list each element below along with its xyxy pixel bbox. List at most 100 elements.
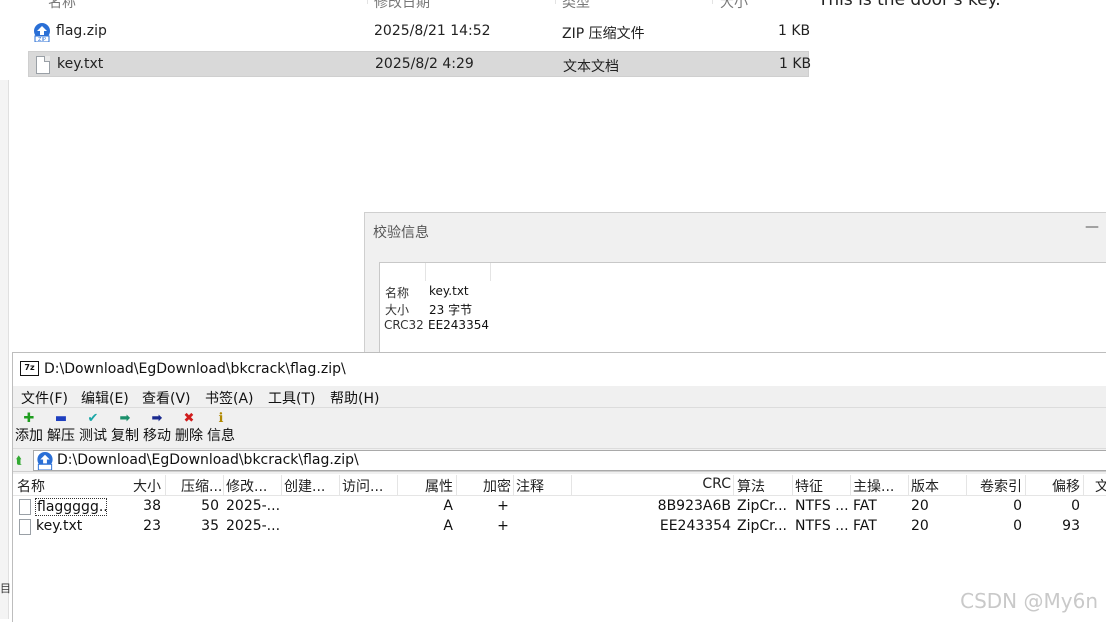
row-name: flaggggg... [35,498,107,516]
up-folder-icon[interactable]: ⮬ [16,454,23,468]
explorer-col-date[interactable]: 修改日期 [374,0,430,12]
row-attributes: A [443,518,453,534]
extract-label: 解压 [47,428,75,444]
col-packed[interactable]: 压缩... [181,476,223,496]
menu-bookmarks[interactable]: 书签(A) [205,388,254,408]
row-host-os: FAT [853,518,877,534]
column-separator[interactable] [571,475,572,495]
table-row[interactable]: key.txt 23 35 2025-... A + EE243354 ZipC… [13,517,1106,537]
menu-tools[interactable]: 工具(T) [268,388,315,408]
column-separator[interactable] [733,475,734,495]
add-button[interactable]: ✚ 添加 [13,409,45,447]
sevenzip-window: 7z D:\Download\EgDownload\bkcrack\flag.z… [12,352,1106,623]
address-path: D:\Download\EgDownload\bkcrack\flag.zip\ [57,452,359,468]
explorer-col-name[interactable]: 名称 [48,0,76,12]
column-separator [425,263,426,281]
column-separator[interactable] [908,475,909,495]
col-modified[interactable]: 修改... [226,476,279,496]
col-method[interactable]: 算法 [737,476,791,496]
info-key: CRC32 [384,318,424,332]
col-version[interactable]: 版本 [911,476,965,496]
file-list[interactable]: 名称 大小 压缩... 修改... 创建... 访问... 属性 加密 注释 C… [13,474,1106,623]
column-separator[interactable] [712,0,713,4]
col-host-os[interactable]: 主操... [853,476,907,496]
extract-button[interactable]: ▬ 解压 [45,409,77,447]
info-icon: ℹ [218,411,224,426]
explorer-file-row-selected[interactable]: key.txt 2025/8/2 4:29 文本文档 1 KB [28,51,811,77]
row-host-os: FAT [853,498,877,514]
col-encrypted[interactable]: 加密 [468,476,511,496]
minimize-button[interactable]: — [1085,219,1099,235]
menu-bar: 文件(F) 编辑(E) 查看(V) 书签(A) 工具(T) 帮助(H) [13,386,1106,408]
column-separator[interactable] [397,475,398,495]
column-separator[interactable] [966,475,967,495]
move-label: 移动 [143,428,171,444]
column-separator[interactable] [339,475,340,495]
svg-text:ZIP: ZIP [38,37,46,42]
row-volume-index: 0 [1013,498,1022,514]
col-accessed[interactable]: 访问... [342,476,395,496]
row-encrypted: + [497,518,509,534]
row-crc: EE243354 [659,518,731,534]
copy-arrow-icon: ➡ [119,411,131,426]
list-header: 名称 大小 压缩... 修改... 创建... 访问... 属性 加密 注释 C… [13,474,1106,496]
col-characteristics[interactable]: 特征 [795,476,849,496]
delete-x-icon: ✖ [183,411,195,426]
column-separator[interactable] [165,475,166,495]
info-value: EE243354 [428,318,489,332]
file-icon [19,499,31,515]
row-encrypted: + [497,498,509,514]
sevenzip-logo-icon: 7z [20,361,39,376]
column-separator[interactable] [850,475,851,495]
title-bar[interactable]: 7z D:\Download\EgDownload\bkcrack\flag.z… [13,353,1106,386]
row-modified: 2025-... [226,498,279,514]
menu-file[interactable]: 文件(F) [21,388,68,408]
move-button[interactable]: ➡ 移动 [141,409,173,447]
copy-button[interactable]: ➡ 复制 [109,409,141,447]
row-method: ZipCr... [737,518,787,534]
column-separator[interactable] [1083,475,1084,495]
explorer-col-size[interactable]: 大小 [720,0,748,12]
column-separator[interactable] [1025,475,1026,495]
col-volume-index[interactable]: 卷索引 [969,476,1022,496]
col-created[interactable]: 创建... [284,476,337,496]
column-separator[interactable] [792,475,793,495]
address-input[interactable]: D:\Download\EgDownload\bkcrack\flag.zip\ [33,450,1106,471]
row-name: key.txt [36,518,83,534]
column-separator[interactable] [513,475,514,495]
explorer-file-row[interactable]: ZIP flag.zip 2025/8/21 14:52 ZIP 压缩文件 1 … [28,19,810,45]
col-crc[interactable]: CRC [653,476,731,492]
checksum-info-panel: 名称 key.txt 大小 23 字节 CRC32 EE243354 [379,262,1106,362]
col-offset[interactable]: 偏移 [1028,476,1080,496]
menu-view[interactable]: 查看(V) [142,388,191,408]
test-button[interactable]: ✔ 测试 [77,409,109,447]
file-name: key.txt [57,56,104,72]
column-separator[interactable] [223,475,224,495]
column-separator [490,263,491,281]
info-value: key.txt [429,284,469,298]
col-size[interactable]: 大小 [108,476,161,496]
zip-file-icon: ZIP [34,23,50,42]
col-attributes[interactable]: 属性 [408,476,453,496]
delete-button[interactable]: ✖ 删除 [173,409,205,447]
menu-help[interactable]: 帮助(H) [330,388,379,408]
col-name[interactable]: 名称 [17,476,97,496]
file-icon [19,519,31,535]
row-characteristics: NTFS ... [795,498,849,514]
column-separator[interactable] [367,0,368,4]
file-type: ZIP 压缩文件 [562,26,645,42]
left-edge-panel: 目 [0,80,11,619]
info-button[interactable]: ℹ 信息 [205,409,237,447]
window-title: D:\Download\EgDownload\bkcrack\flag.zip\ [44,361,346,377]
column-separator[interactable] [456,475,457,495]
row-size: 23 [143,518,161,534]
column-separator[interactable] [555,0,556,4]
address-bar: ⮬ D:\Download\EgDownload\bkcrack\flag.zi… [13,450,1106,472]
col-comment[interactable]: 注释 [516,476,566,496]
menu-edit[interactable]: 编辑(E) [81,388,129,408]
col-truncated[interactable]: 文 [1095,476,1106,496]
row-crc: 8B923A6B [657,498,731,514]
table-row[interactable]: flaggggg... 38 50 2025-... A + 8B923A6B … [13,497,1106,517]
explorer-col-type[interactable]: 类型 [562,0,590,12]
column-separator[interactable] [281,475,282,495]
